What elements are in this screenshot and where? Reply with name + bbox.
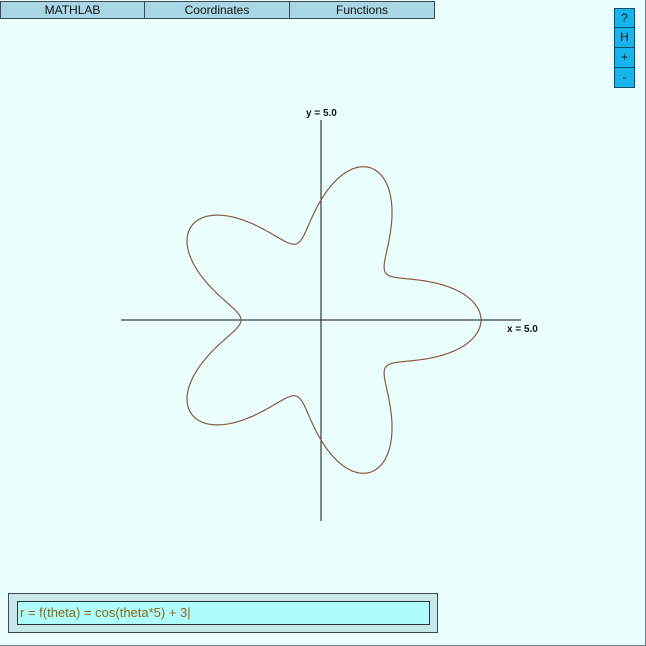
y-axis-label: y = 5.0 [306, 108, 337, 119]
plot-area[interactable]: x = 5.0 y = 5.0 [0, 0, 646, 646]
x-axis-label: x = 5.0 [507, 324, 538, 335]
function-input-panel: r = f(theta) = cos(theta*5) + 3| [8, 593, 438, 633]
function-input[interactable]: r = f(theta) = cos(theta*5) + 3| [17, 601, 430, 625]
